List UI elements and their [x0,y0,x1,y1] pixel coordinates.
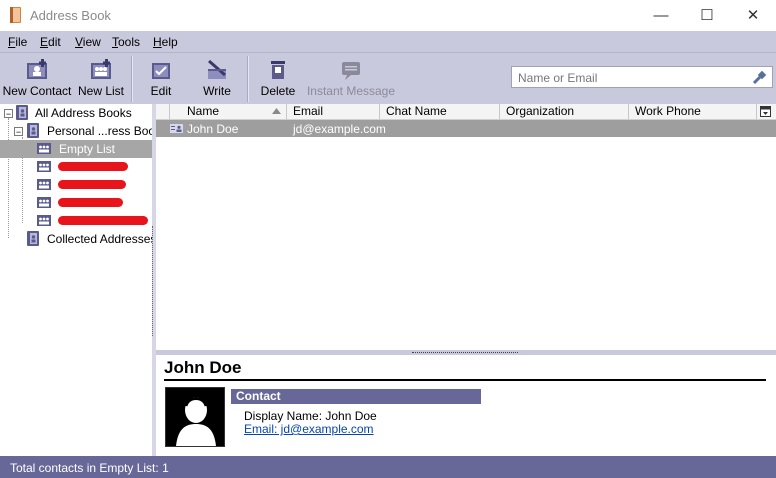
menu-bar: File Edit View Tools Help [0,31,776,52]
search-icon[interactable] [752,70,767,85]
new-contact-icon [27,59,47,79]
edit-button[interactable]: Edit [138,53,184,103]
menu-tools[interactable]: Tools [112,35,140,49]
column-picker-icon[interactable] [760,106,771,117]
address-book-app-icon [10,7,21,23]
redaction-mark [58,198,123,207]
write-button[interactable]: Write [192,53,242,103]
delete-label: Delete [260,84,296,98]
close-button[interactable]: ✕ [730,0,776,31]
person-silhouette-icon [166,388,224,446]
title-bar: Address Book — ☐ ✕ [0,0,776,31]
mailing-list-icon [37,215,51,226]
table-row[interactable]: John Doe jd@example.com [156,120,776,137]
instant-message-button[interactable]: Instant Message [306,53,396,103]
tree-item-empty-list[interactable]: Empty List [0,140,152,158]
mailing-list-icon [37,161,51,172]
tree-item-personal-address-book[interactable]: − Personal ...ress Book [0,122,161,140]
status-text: Total contacts in Empty List: 1 [10,461,169,475]
tree-item-label: Empty List [59,142,116,156]
new-contact-label: New Contact [2,84,72,98]
toolbar-separator [131,56,133,102]
instant-message-label: Instant Message [306,84,396,98]
contact-name-cell: John Doe [187,122,239,136]
new-contact-button[interactable]: New Contact [2,53,72,103]
contact-card-icon [170,124,183,133]
window-title: Address Book [30,8,111,23]
search-box [511,66,773,88]
address-book-icon [16,105,28,120]
new-list-label: New List [77,84,124,98]
contact-list [156,104,776,350]
tree-item-redacted-list[interactable] [0,194,152,212]
edit-icon [152,63,170,79]
mailing-list-icon [37,179,51,190]
chat-bubble-icon [342,62,360,80]
address-book-icon [27,123,39,138]
tree-item-label: Collected Addresses [47,232,157,246]
column-organization[interactable]: Organization [500,104,629,119]
column-email[interactable]: Email [287,104,380,119]
collapse-icon[interactable]: − [14,127,23,137]
menu-view[interactable]: View [75,35,101,49]
tree-item-redacted-list[interactable] [0,176,152,194]
splitter-grip [412,350,518,353]
contact-section-header: Contact [231,389,481,404]
menu-help[interactable]: Help [153,35,178,49]
contact-detail-pane: John Doe Contact Display Name: John Doe … [156,355,776,456]
new-list-icon [91,59,111,79]
tree-item-all-address-books[interactable]: − All Address Books [0,104,152,122]
minimize-button[interactable]: — [638,0,684,31]
tree-item-collected-addresses[interactable]: Collected Addresses [0,230,156,248]
menu-edit[interactable]: Edit [40,35,61,49]
column-work-phone[interactable]: Work Phone [629,104,757,119]
menu-file[interactable]: File [8,35,27,49]
mailing-list-icon [37,143,51,154]
redaction-mark [58,162,128,171]
delete-button[interactable]: Delete [254,53,302,103]
email-link[interactable]: Email: jd@example.com [244,422,374,436]
mailing-list-icon [37,197,51,208]
edit-label: Edit [150,84,172,98]
column-name[interactable]: Name [170,104,287,119]
sort-ascending-icon [272,108,281,114]
tree-item-redacted-list[interactable] [0,158,152,176]
redaction-mark [58,180,126,189]
write-label: Write [203,84,231,98]
contact-list-header: Name Email Chat Name Organization Work P… [156,104,776,120]
tree-item-redacted-list[interactable] [0,212,152,230]
tree-item-label: All Address Books [35,106,132,120]
display-name-text: Display Name: John Doe [244,409,377,423]
delete-icon [271,61,285,79]
contact-photo [165,387,225,447]
search-input[interactable] [516,69,748,87]
contact-detail-name: John Doe [164,358,242,377]
column-icon-header[interactable] [156,104,170,119]
address-book-icon [27,231,39,246]
write-icon [208,59,226,79]
tree-item-label: Personal ...ress Book [47,124,162,138]
redaction-mark [58,216,148,225]
maximize-button[interactable]: ☐ [684,0,730,31]
contact-email-cell: jd@example.com [293,122,386,136]
collapse-icon[interactable]: − [4,109,13,119]
address-book-tree: − All Address Books − Personal ...ress B… [0,104,161,456]
divider [164,379,766,381]
toolbar-separator [247,56,249,102]
new-list-button[interactable]: New List [74,53,128,103]
column-chat-name[interactable]: Chat Name [380,104,500,119]
status-bar: Total contacts in Empty List: 1 [0,456,776,478]
